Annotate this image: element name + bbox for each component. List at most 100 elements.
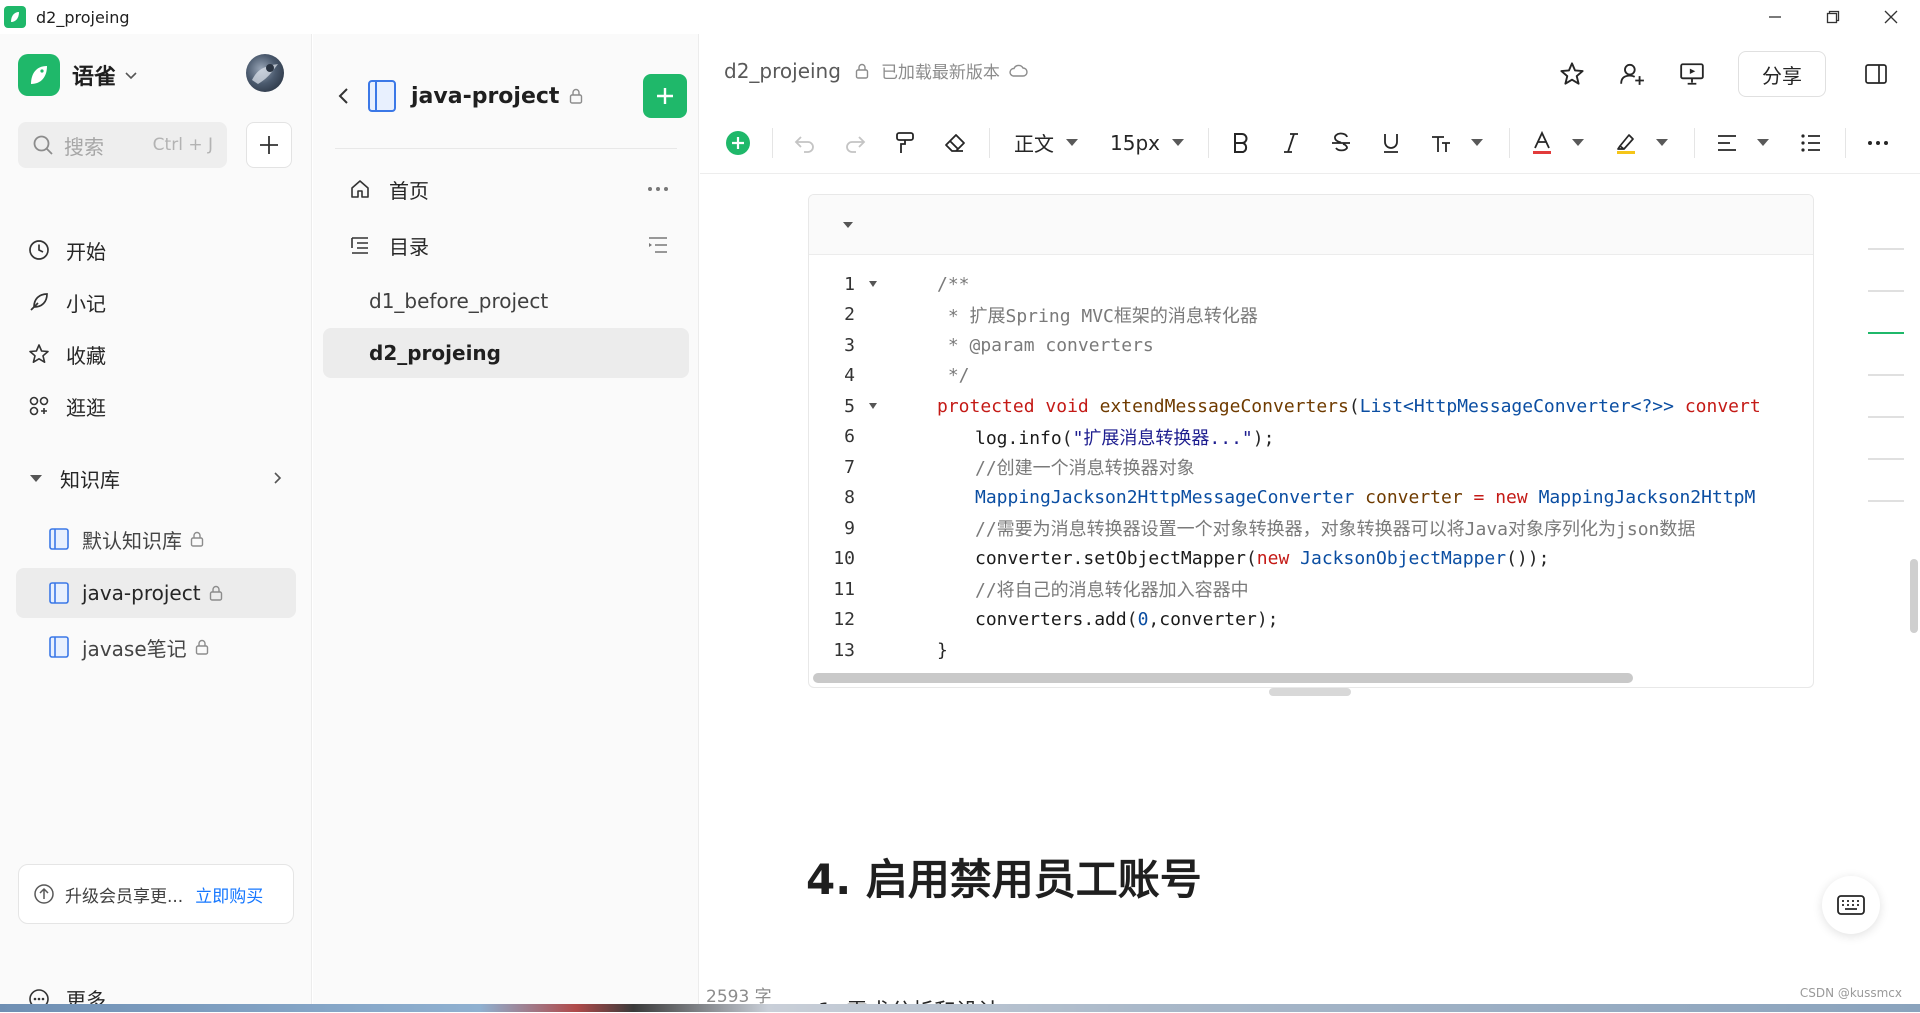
redo-icon[interactable]	[835, 123, 875, 163]
code-line[interactable]: 6 log.info("扩展消息转换器...");	[809, 422, 1813, 453]
font-color-icon[interactable]	[1522, 123, 1562, 163]
share-button[interactable]: 分享	[1738, 51, 1826, 97]
caret-down-icon[interactable]	[1655, 139, 1668, 146]
list-collapse-icon[interactable]	[647, 234, 669, 256]
code-token: new	[1495, 487, 1528, 509]
back-chevron-icon[interactable]	[337, 86, 351, 106]
horizontal-scrollbar[interactable]	[813, 673, 1633, 683]
paragraph-style-select[interactable]: 正文	[1002, 128, 1078, 157]
collapse-caret-icon[interactable]	[841, 220, 855, 230]
search-input[interactable]: 搜索 Ctrl + J	[18, 122, 227, 168]
sidebar-item-explore[interactable]: 逛逛	[28, 380, 106, 432]
toc-mark[interactable]	[1868, 374, 1904, 376]
kb-item-label: java-project	[82, 581, 201, 605]
caret-down-icon[interactable]	[1470, 139, 1483, 146]
caret-down-icon[interactable]	[1756, 139, 1769, 146]
close-window-button[interactable]	[1862, 0, 1920, 34]
code-line[interactable]: 9 //需要为消息转换器设置一个对象转换器，对象转换器可以将Java对象序列化为j…	[809, 513, 1813, 544]
sidebar-nav: 开始 小记 收藏 逛逛	[28, 224, 106, 432]
book-toc-label: 目录	[389, 234, 429, 259]
sidebar-item-label: 小记	[66, 291, 106, 316]
side-panel-icon[interactable]	[1852, 50, 1900, 98]
book-icon	[48, 635, 70, 659]
brand-switcher[interactable]: 语雀	[18, 54, 138, 96]
knowledge-base-header[interactable]: 知识库	[28, 458, 284, 498]
keyboard-shortcuts-button[interactable]	[1822, 876, 1880, 934]
code-text: //将自己的消息转化器加入容器中	[937, 576, 1249, 602]
code-line[interactable]: 7 //创建一个消息转换器对象	[809, 452, 1813, 483]
code-line[interactable]: 5 protected void extendMessageConverters(…	[809, 391, 1813, 422]
line-number: 9	[844, 517, 855, 539]
code-token: void	[1045, 395, 1089, 417]
sidebar-item-notes[interactable]: 小记	[28, 276, 106, 328]
code-text: //创建一个消息转换器对象	[937, 454, 1195, 480]
fold-caret-icon[interactable]	[855, 402, 891, 410]
more-options-icon[interactable]	[1858, 123, 1898, 163]
code-token: MappingJackson2HttpMessageConverter	[975, 487, 1355, 509]
line-number: 13	[833, 639, 855, 661]
format-painter-icon[interactable]	[885, 123, 925, 163]
kb-item-java-project[interactable]: java-project	[16, 568, 296, 618]
scrollbar-grip[interactable]	[1269, 688, 1351, 696]
header-actions: 分享	[1536, 50, 1900, 98]
italic-icon[interactable]	[1271, 123, 1311, 163]
user-avatar[interactable]	[246, 54, 284, 92]
kb-item-javase-notes[interactable]: javase笔记	[16, 622, 296, 672]
knowledge-base-list: 默认知识库 java-project javase笔记	[16, 514, 296, 676]
lock-icon	[209, 585, 223, 601]
toc-mark[interactable]	[1868, 248, 1904, 250]
new-doc-button[interactable]	[643, 74, 687, 118]
toc-mark-active[interactable]	[1868, 332, 1904, 334]
code-token: ());	[1506, 548, 1550, 570]
highlight-icon[interactable]	[1606, 123, 1646, 163]
align-left-icon[interactable]	[1707, 123, 1747, 163]
code-line[interactable]: 2 * 扩展Spring MVC框架的消息转化器	[809, 300, 1813, 331]
code-line[interactable]: 3 * @param converters	[809, 330, 1813, 361]
restore-button[interactable]	[1804, 0, 1862, 34]
font-size-select[interactable]: 15px	[1098, 131, 1184, 155]
code-line[interactable]: 11 //将自己的消息转化器加入容器中	[809, 574, 1813, 605]
sidebar-item-favorites[interactable]: 收藏	[28, 328, 106, 380]
favorite-star-icon[interactable]	[1548, 50, 1596, 98]
strikethrough-icon[interactable]	[1321, 123, 1361, 163]
book-home-item[interactable]: 首页	[335, 164, 677, 214]
bullet-list-icon[interactable]	[1791, 123, 1831, 163]
code-line[interactable]: 12 converters.add(0,converter);	[809, 605, 1813, 636]
toc-mark[interactable]	[1868, 500, 1904, 502]
sidebar-item-start[interactable]: 开始	[28, 224, 106, 276]
chevron-right-icon[interactable]	[270, 471, 284, 485]
code-line[interactable]: 1 /**	[809, 269, 1813, 300]
vertical-scrollbar[interactable]	[1910, 559, 1918, 633]
code-line[interactable]: 13}	[809, 635, 1813, 666]
code-line[interactable]: 10 converter.setObjectMapper(new JacksonO…	[809, 544, 1813, 575]
code-block[interactable]: 1/** 2 * 扩展Spring MVC框架的消息转化器 3 * @param c…	[808, 194, 1814, 688]
underline-icon[interactable]	[1371, 123, 1411, 163]
insert-plus-icon[interactable]	[718, 123, 758, 163]
bold-icon[interactable]	[1221, 123, 1261, 163]
lock-icon	[195, 639, 209, 655]
fold-caret-icon[interactable]	[855, 280, 891, 288]
book-toc-item[interactable]: 目录	[335, 220, 677, 270]
code-token: (	[1348, 395, 1360, 417]
toc-mark[interactable]	[1868, 290, 1904, 292]
doc-item-d2[interactable]: d2_projeing	[323, 328, 689, 378]
doc-item-d1[interactable]: d1_before_project	[323, 276, 689, 326]
minimize-button[interactable]	[1746, 0, 1804, 34]
kb-item-default[interactable]: 默认知识库	[16, 514, 296, 564]
code-line[interactable]: 4 */	[809, 361, 1813, 392]
undo-icon[interactable]	[785, 123, 825, 163]
ellipsis-icon[interactable]	[647, 186, 669, 192]
toc-mark[interactable]	[1868, 458, 1904, 460]
code-token: log	[975, 427, 1008, 449]
add-collaborator-icon[interactable]	[1608, 50, 1656, 98]
sidebar-item-label: 逛逛	[66, 395, 106, 420]
toc-mark[interactable]	[1868, 416, 1904, 418]
text-style-icon[interactable]	[1421, 123, 1461, 163]
code-line[interactable]: 8 MappingJackson2HttpMessageConverter con…	[809, 483, 1813, 514]
presentation-icon[interactable]	[1668, 50, 1716, 98]
clear-format-icon[interactable]	[935, 123, 975, 163]
create-button[interactable]	[246, 122, 292, 168]
caret-down-icon[interactable]	[1571, 139, 1584, 146]
buy-now-link[interactable]: 立即购买	[195, 882, 263, 907]
